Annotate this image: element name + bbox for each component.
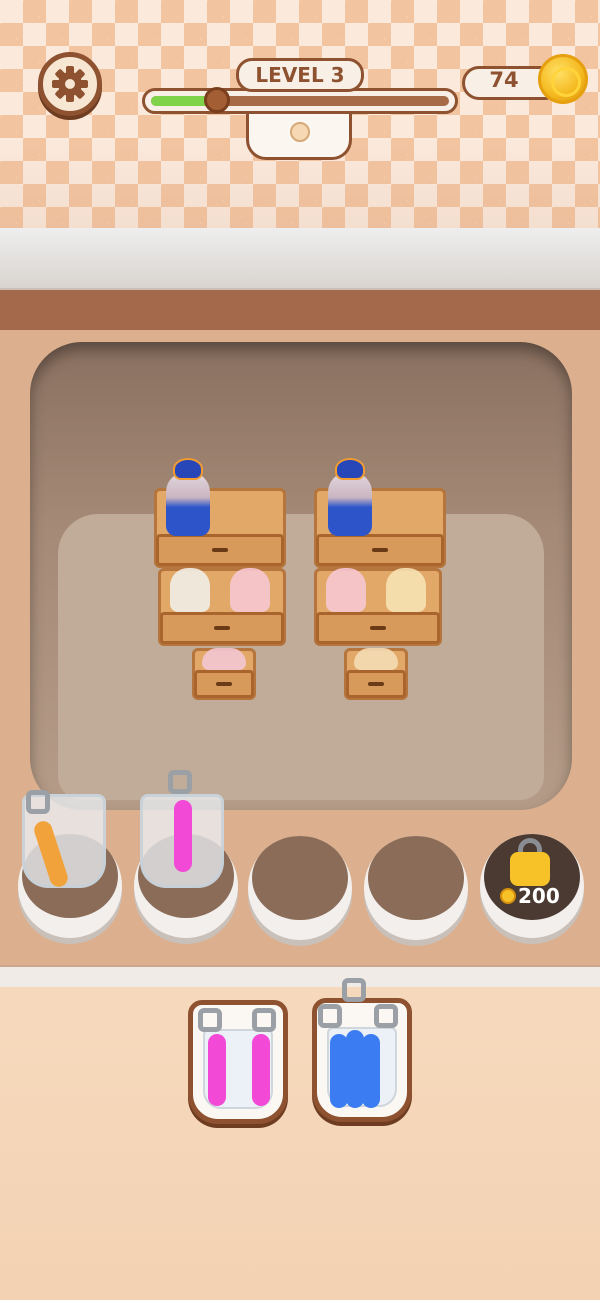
settings-button[interactable]	[38, 52, 102, 116]
bottle-hidden	[326, 568, 366, 612]
level-label: LEVEL 3	[236, 58, 364, 92]
opener-head	[198, 1008, 222, 1032]
opener-pink	[208, 1034, 226, 1106]
counter-edge	[0, 290, 600, 330]
unlock-price: 200	[518, 884, 560, 908]
opener-head	[342, 978, 366, 1002]
tray-area	[0, 987, 600, 1300]
opener-pink	[252, 1034, 270, 1106]
coin-count: 74	[489, 68, 519, 92]
opener-head	[374, 1004, 398, 1028]
opener-head	[318, 1004, 342, 1028]
cavity-floor	[58, 514, 544, 800]
opener-blue	[362, 1034, 380, 1108]
opener-head	[252, 1008, 276, 1032]
bottle-hidden	[202, 648, 246, 670]
level-marker-dot	[290, 122, 310, 142]
bottle-hidden	[230, 568, 270, 612]
progress-knob	[203, 87, 230, 113]
counter-divider	[0, 965, 600, 987]
gear-icon	[52, 66, 88, 102]
opener-head	[26, 790, 50, 814]
bottle-blue[interactable]	[166, 472, 210, 536]
coin-icon	[538, 54, 588, 104]
opener-pink[interactable]	[174, 800, 192, 872]
bottle-hidden	[354, 648, 398, 670]
bottle-cap	[173, 458, 203, 480]
slot-3[interactable]	[248, 836, 352, 940]
coin-icon	[500, 888, 516, 904]
bottle-cap	[335, 458, 365, 480]
bottle-hidden	[170, 568, 210, 612]
bottle-blue[interactable]	[328, 472, 372, 536]
slot-4[interactable]	[364, 836, 468, 940]
counter-top	[0, 228, 600, 290]
opener-head	[168, 770, 192, 794]
bottle-hidden	[386, 568, 426, 612]
